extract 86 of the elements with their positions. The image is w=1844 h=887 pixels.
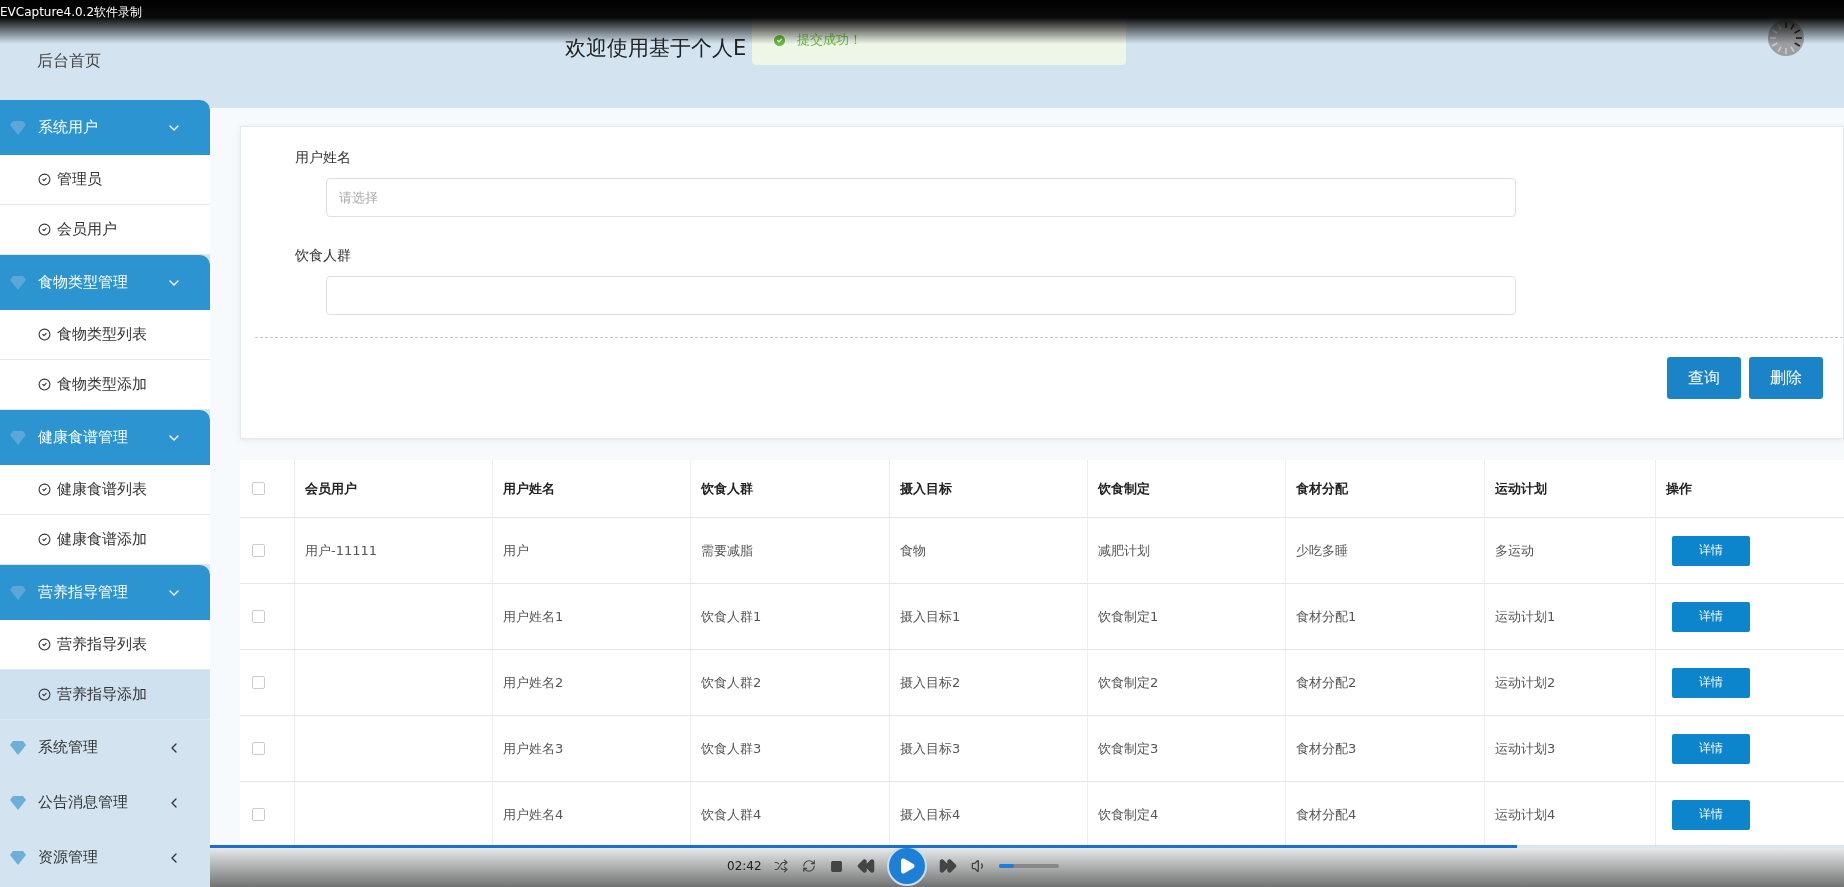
diamond-icon [10,740,26,755]
table-cell: 用户 [492,518,690,584]
detail-button[interactable]: 详情 [1672,667,1750,698]
page-title: 欢迎使用基于个人E [565,35,747,62]
table-cell: 食材分配3 [1285,716,1484,782]
table-cell: 摄入目标2 [889,650,1087,716]
table-cell: 饮食制定2 [1087,650,1285,716]
check-circle-icon [772,32,787,48]
play-button[interactable] [886,846,927,886]
checkbox[interactable] [252,610,265,623]
table-cell: 需要减脂 [690,518,889,584]
column-header: 食材分配 [1285,460,1484,518]
spinner-icon [1768,20,1804,56]
table-cell: 饮食人群2 [690,650,889,716]
checkbox[interactable] [252,544,265,557]
table-cell: 多运动 [1484,518,1655,584]
check-circle-icon [38,688,51,701]
table-cell: 用户姓名1 [492,584,690,650]
menu-item[interactable]: 健康食谱列表 [0,465,210,515]
diamond-icon [10,795,26,810]
table-cell: 食物 [889,518,1087,584]
search-button[interactable]: 查询 [1667,357,1741,399]
diamond-icon [10,585,26,600]
column-header: 操作 [1655,460,1844,518]
table-cell: 运动计划3 [1484,716,1655,782]
diamond-icon [10,120,26,135]
recorder-title: EVCapture4.0.2软件录制 [0,4,143,21]
table-cell: 摄入目标1 [889,584,1087,650]
table-cell: 用户姓名2 [492,650,690,716]
check-circle-icon [38,173,51,186]
field-label: 用户姓名 [295,149,352,167]
seek-bar[interactable] [210,845,1844,848]
menu-item[interactable]: 健康食谱添加 [0,515,210,565]
menu-item[interactable]: 食物类型列表 [0,310,210,360]
diamond-icon [10,850,26,865]
table-cell: 食材分配2 [1285,650,1484,716]
menu-item[interactable]: 管理员 [0,155,210,205]
column-header: 用户姓名 [492,460,690,518]
checkbox[interactable] [252,742,265,755]
check-circle-icon [38,483,51,496]
menu-group[interactable]: 系统管理 [0,720,210,775]
check-circle-icon [38,378,51,391]
input-field[interactable] [326,276,1516,315]
checkbox[interactable] [252,808,265,821]
table-cell: 减肥计划 [1087,518,1285,584]
field-label: 饮食人群 [295,247,352,265]
diamond-icon [10,275,26,290]
check-circle-icon [38,533,51,546]
table-cell: 摄入目标3 [889,716,1087,782]
diamond-icon [10,430,26,445]
playback-time: 02:42 [727,859,762,873]
menu-group[interactable]: 资源管理 [0,830,210,885]
toast-message: 提交成功！ [797,31,862,49]
column-header: 饮食人群 [690,460,889,518]
volume-slider[interactable] [998,864,1059,868]
table-cell: 饮食制定1 [1087,584,1285,650]
detail-button[interactable]: 详情 [1672,601,1750,632]
menu-item[interactable]: 营养指导列表 [0,620,210,670]
home-link[interactable]: 后台首页 [37,50,101,72]
checkbox[interactable] [252,482,265,495]
table-cell: 饮食人群3 [690,716,889,782]
table-cell: 饮食制定3 [1087,716,1285,782]
detail-button[interactable]: 详情 [1672,799,1750,830]
column-header: 摄入目标 [889,460,1087,518]
column-header: 饮食制定 [1087,460,1285,518]
table-cell: 食材分配1 [1285,584,1484,650]
table-cell: 饮食人群1 [690,584,889,650]
detail-button[interactable]: 详情 [1672,535,1750,566]
table-cell: 用户-11111 [294,518,492,584]
menu-item[interactable]: 食物类型添加 [0,360,210,410]
delete-button[interactable]: 删除 [1749,357,1823,399]
column-header: 会员用户 [294,460,492,518]
table-cell: 运动计划2 [1484,650,1655,716]
table-cell: 少吃多睡 [1285,518,1484,584]
check-circle-icon [38,638,51,651]
detail-button[interactable]: 详情 [1672,733,1750,764]
column-header: 运动计划 [1484,460,1655,518]
input-field[interactable]: 请选择 [326,178,1516,217]
check-circle-icon [38,328,51,341]
table-cell: 用户姓名3 [492,716,690,782]
menu-item[interactable]: 营养指导添加 [0,670,210,720]
check-circle-icon [38,223,51,236]
menu-group[interactable]: 公告消息管理 [0,775,210,830]
table-cell: 运动计划1 [1484,584,1655,650]
menu-item[interactable]: 会员用户 [0,205,210,255]
checkbox[interactable] [252,676,265,689]
